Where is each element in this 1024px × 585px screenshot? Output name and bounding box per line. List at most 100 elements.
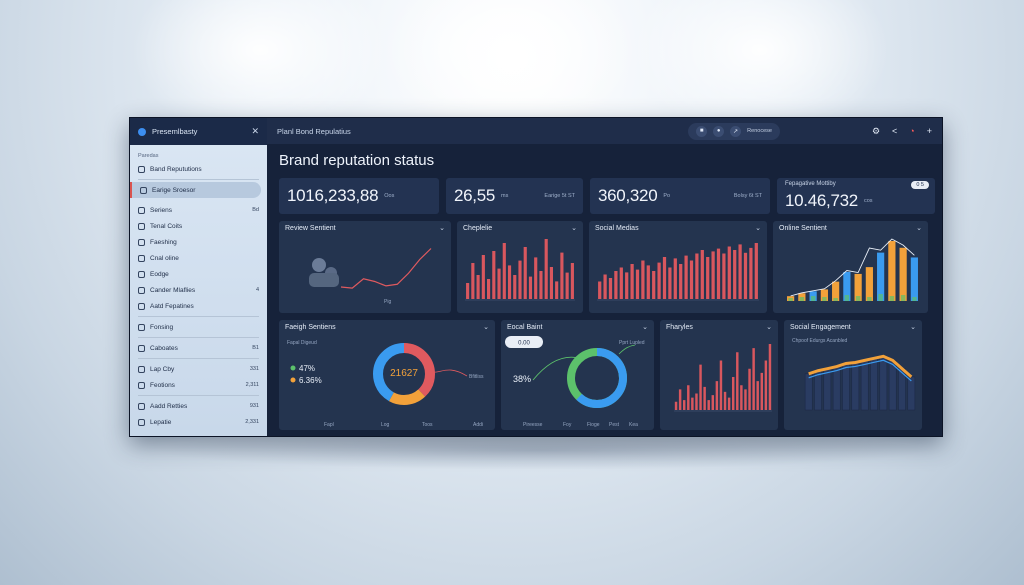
plus-icon[interactable]: + bbox=[927, 126, 932, 136]
chart-row-2: Faeigh Sentiens ⌄ Fapal Digeud 47% 6.36% … bbox=[279, 320, 935, 430]
kpi-badge[interactable]: 0 5 bbox=[911, 181, 929, 189]
bar bbox=[668, 267, 672, 299]
sidebar-item[interactable]: Cnal oline bbox=[130, 250, 267, 266]
bar bbox=[684, 255, 688, 299]
bar bbox=[507, 265, 512, 299]
bar bbox=[719, 360, 723, 410]
bar bbox=[625, 272, 629, 299]
gear-icon[interactable]: ⚙ bbox=[872, 126, 880, 137]
kpi-suffix: Oos bbox=[384, 193, 395, 199]
tool-icon[interactable]: ↗ bbox=[730, 125, 742, 137]
bar bbox=[539, 271, 543, 299]
sidebar-item[interactable]: Faeshing bbox=[130, 234, 267, 250]
sidebar-item[interactable]: Tenal Coits bbox=[130, 218, 267, 234]
bar bbox=[703, 386, 706, 410]
eocal-baint-chart: 0.00 38% Pprt Lupled Pireesse Foy Fioge … bbox=[505, 336, 645, 428]
sidebar-item[interactable]: Caboates B1 bbox=[130, 340, 267, 356]
kpi-suffix: cos bbox=[863, 197, 873, 204]
sidebar-item[interactable]: Cander Mlaflies 4 bbox=[130, 282, 267, 298]
chevron-down-icon[interactable]: ⌄ bbox=[916, 224, 922, 232]
bar bbox=[706, 257, 710, 299]
bar bbox=[879, 356, 888, 411]
bar bbox=[497, 268, 501, 299]
sidebar-item[interactable]: Earige Sroesor bbox=[130, 182, 261, 198]
bar bbox=[888, 360, 897, 411]
chevron-down-icon[interactable]: ⌄ bbox=[571, 224, 577, 232]
chart-row-1: Review Sentient ⌄ Pig Cheplelie ⌄ Social M… bbox=[279, 221, 935, 313]
bar bbox=[748, 368, 751, 410]
sidebar-item-label: Tenal Coits bbox=[150, 222, 183, 230]
bar-secondary bbox=[912, 297, 917, 301]
sidebar-item-icon bbox=[138, 402, 145, 410]
kpi-note: Earige 5t ST bbox=[544, 193, 575, 199]
bar bbox=[657, 262, 661, 299]
sidebar-item[interactable]: Seriens Bd bbox=[130, 202, 267, 218]
sidebar-item-label: Lap Cby bbox=[150, 365, 175, 373]
donut-center-label: 21627 bbox=[390, 368, 418, 379]
sidebar-item[interactable]: Band Repututions bbox=[130, 161, 267, 177]
bar bbox=[555, 281, 559, 299]
sidebar-item-label: Caboates bbox=[150, 344, 178, 352]
footer-label: Toos bbox=[422, 422, 433, 428]
sidebar-item-label: Faeshing bbox=[150, 238, 177, 246]
main-area: Planl Bond Repulatius ■ ● ↗ Renocese ⚙ <… bbox=[267, 118, 942, 436]
bar-secondary bbox=[810, 296, 816, 301]
people-illustration bbox=[312, 258, 326, 272]
chevron-down-icon[interactable]: ⌄ bbox=[483, 323, 489, 331]
sidebar-item-label: Lepatie bbox=[150, 418, 172, 426]
card-title: Social Medias bbox=[595, 224, 639, 232]
bar bbox=[711, 251, 715, 299]
page-title: Brand reputation status bbox=[279, 152, 435, 169]
social-engagement-chart: Chpoof Edurgs Acanbled bbox=[792, 338, 916, 411]
bar bbox=[865, 267, 873, 301]
sidebar-divider bbox=[138, 358, 259, 359]
sidebar-item[interactable]: Aadd Retties 931 bbox=[130, 398, 267, 414]
bar bbox=[492, 251, 496, 299]
sidebar-item[interactable]: Lap Cby 331 bbox=[130, 361, 267, 377]
kpi-row: 1016,233,88 Oos 26,55 ms Earige 5t ST 36… bbox=[279, 178, 935, 214]
chevron-down-icon[interactable]: ⌄ bbox=[910, 323, 916, 331]
chevron-down-icon[interactable]: ⌄ bbox=[766, 323, 772, 331]
bar bbox=[899, 247, 907, 301]
bar bbox=[523, 247, 527, 299]
footer-label: Kea bbox=[629, 422, 638, 428]
bar bbox=[518, 260, 522, 299]
bar-secondary bbox=[855, 296, 861, 301]
sidebar-item[interactable]: Aatd Fepatines bbox=[130, 298, 267, 314]
sidebar-item[interactable]: Feotions 2,311 bbox=[130, 377, 267, 393]
sidebar-item[interactable]: Lepatie 2,331 bbox=[130, 414, 267, 430]
callout-line bbox=[618, 344, 636, 355]
bar bbox=[740, 385, 743, 410]
bar bbox=[764, 360, 768, 410]
bar bbox=[814, 370, 822, 411]
share-icon[interactable]: < bbox=[892, 126, 897, 136]
bar bbox=[804, 373, 813, 411]
bar bbox=[481, 255, 485, 299]
bar bbox=[727, 246, 731, 299]
chevron-down-icon[interactable]: ⌄ bbox=[439, 224, 445, 232]
close-icon[interactable]: ✕ bbox=[251, 126, 259, 137]
card-title: Faeigh Sentiens bbox=[285, 323, 336, 331]
notification-icon[interactable]: ◔ bbox=[909, 126, 914, 136]
refresh-icon[interactable]: ● bbox=[713, 125, 725, 137]
bar bbox=[646, 265, 650, 299]
bar bbox=[466, 283, 470, 299]
kpi-card: 1016,233,88 Oos bbox=[279, 178, 439, 214]
chevron-down-icon[interactable]: ⌄ bbox=[642, 323, 648, 331]
lock-icon[interactable]: ■ bbox=[696, 125, 708, 137]
kpi-header: Fepagative Mottiby bbox=[785, 181, 836, 187]
bar bbox=[695, 253, 699, 299]
sidebar-item-icon bbox=[138, 270, 145, 278]
sidebar-item-value: 2,311 bbox=[245, 382, 259, 388]
bar bbox=[731, 377, 735, 410]
card-note: Chpoof Edurgs Acanbled bbox=[792, 338, 848, 344]
chevron-down-icon[interactable]: ⌄ bbox=[755, 224, 761, 232]
sidebar-item[interactable]: Fonsing bbox=[130, 319, 267, 335]
sidebar-item[interactable]: Eodge bbox=[130, 266, 267, 282]
sidebar-section-label: Paredas bbox=[138, 153, 159, 159]
bar bbox=[502, 243, 506, 299]
cheplelie-chart bbox=[465, 239, 575, 301]
card-cheplelie: Cheplelie ⌄ bbox=[457, 221, 583, 313]
toolbar-pill-label[interactable]: Renocese bbox=[747, 128, 772, 134]
sidebar-item-label: Earige Sroesor bbox=[152, 186, 196, 194]
